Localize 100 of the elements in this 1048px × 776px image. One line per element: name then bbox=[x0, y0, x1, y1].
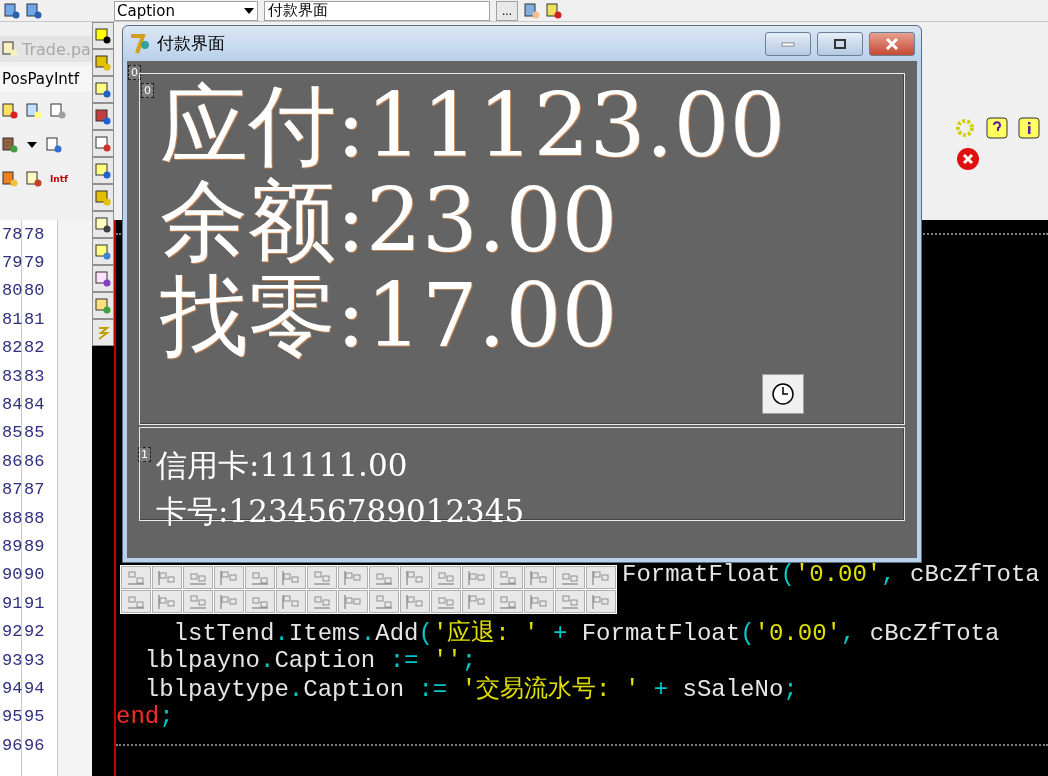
align-icon bbox=[158, 569, 176, 586]
align-button[interactable] bbox=[555, 590, 585, 613]
tool-icon bbox=[95, 27, 111, 44]
card-label: 卡号:123456789012345 bbox=[156, 492, 526, 531]
palette-button[interactable] bbox=[92, 211, 114, 238]
align-button[interactable] bbox=[400, 590, 430, 613]
clock-button[interactable] bbox=[762, 374, 804, 414]
align-button[interactable] bbox=[121, 566, 151, 589]
stop-icon[interactable] bbox=[956, 147, 980, 171]
line-number: 81 bbox=[1, 308, 21, 331]
line-number: 89 bbox=[23, 536, 46, 558]
align-button[interactable] bbox=[121, 590, 151, 613]
palette-button[interactable] bbox=[92, 103, 114, 130]
dropdown-arrow-icon bbox=[243, 5, 255, 16]
maximize-button[interactable] bbox=[817, 31, 863, 56]
align-button[interactable] bbox=[338, 566, 368, 589]
align-button[interactable] bbox=[400, 566, 430, 589]
help-icon[interactable] bbox=[986, 117, 1008, 139]
align-button[interactable] bbox=[369, 566, 399, 589]
align-icon bbox=[220, 593, 238, 610]
line-number: 87 bbox=[23, 479, 46, 502]
tool-icon bbox=[95, 297, 111, 314]
align-button[interactable] bbox=[369, 590, 399, 613]
amount-label: 余额:23.00 bbox=[160, 173, 619, 268]
align-button[interactable] bbox=[276, 566, 306, 589]
tool-icon bbox=[95, 54, 111, 71]
align-icon bbox=[468, 593, 486, 610]
line-number: 90 bbox=[23, 564, 46, 587]
close-button[interactable] bbox=[869, 31, 915, 56]
align-button[interactable] bbox=[462, 590, 492, 613]
align-button[interactable] bbox=[493, 590, 523, 613]
align-button[interactable] bbox=[276, 590, 306, 613]
align-button[interactable] bbox=[493, 566, 523, 589]
line-number: 80 bbox=[23, 280, 46, 303]
card-label: 信用卡:11111.00 bbox=[156, 446, 409, 485]
align-icon bbox=[127, 569, 145, 586]
align-icon bbox=[344, 569, 362, 586]
align-button[interactable] bbox=[152, 590, 182, 613]
align-button[interactable] bbox=[524, 566, 554, 589]
line-number: 78 bbox=[1, 223, 21, 246]
align-button[interactable] bbox=[214, 590, 244, 613]
align-icon bbox=[220, 569, 238, 586]
align-icon bbox=[437, 569, 455, 586]
line-number: 94 bbox=[1, 677, 21, 700]
align-button[interactable] bbox=[462, 566, 492, 589]
minimize-icon bbox=[781, 40, 795, 47]
app-icon bbox=[129, 32, 151, 55]
palette-button[interactable] bbox=[92, 22, 114, 49]
align-button[interactable] bbox=[338, 590, 368, 613]
align-icon bbox=[592, 569, 610, 586]
align-icon bbox=[499, 569, 517, 586]
tool-icon bbox=[95, 216, 111, 233]
ellipsis-button[interactable]: ... bbox=[496, 0, 518, 21]
property-dropdown[interactable]: Caption bbox=[114, 0, 258, 21]
align-button[interactable] bbox=[431, 566, 461, 589]
align-button[interactable] bbox=[214, 566, 244, 589]
intf-label: Intf bbox=[50, 174, 68, 184]
align-icon bbox=[406, 593, 424, 610]
component-index-tag: 0 bbox=[128, 65, 141, 80]
align-icon bbox=[313, 569, 331, 586]
line-number: 86 bbox=[23, 450, 46, 473]
align-button[interactable] bbox=[183, 566, 213, 589]
line-number: 82 bbox=[23, 337, 46, 360]
align-button[interactable] bbox=[245, 566, 275, 589]
line-number: 91 bbox=[1, 592, 21, 615]
line-number: 78 bbox=[23, 223, 46, 246]
unit-tab[interactable]: PosPayIntf bbox=[0, 66, 92, 92]
amount-label: 应付:11123.00 bbox=[160, 78, 787, 173]
window-title: 付款界面 bbox=[157, 32, 226, 55]
line-number: 84 bbox=[1, 394, 21, 417]
property-value-field[interactable]: 付款界面 bbox=[264, 0, 490, 21]
tool-icon bbox=[546, 2, 562, 19]
line-number: 91 bbox=[23, 592, 46, 615]
align-button[interactable] bbox=[307, 590, 337, 613]
line-number: 93 bbox=[23, 649, 46, 672]
align-button[interactable] bbox=[431, 590, 461, 613]
align-button[interactable] bbox=[245, 590, 275, 613]
close-icon bbox=[885, 37, 899, 50]
align-icon bbox=[530, 569, 548, 586]
minimize-button[interactable] bbox=[765, 31, 811, 56]
gear-icon[interactable] bbox=[954, 117, 976, 139]
line-number: 85 bbox=[1, 422, 21, 445]
line-number: 82 bbox=[1, 337, 21, 360]
line-number: 79 bbox=[1, 252, 21, 275]
line-number: 95 bbox=[1, 706, 21, 729]
property-name: Caption bbox=[117, 1, 175, 20]
align-button[interactable] bbox=[555, 566, 585, 589]
maximize-icon bbox=[833, 37, 847, 50]
align-button[interactable] bbox=[586, 566, 616, 589]
line-number: 86 bbox=[1, 450, 21, 473]
align-button[interactable] bbox=[183, 590, 213, 613]
align-icon bbox=[344, 593, 362, 610]
line-number: 88 bbox=[1, 507, 21, 530]
code-line: lblpayno.Caption := ''; bbox=[143, 646, 477, 674]
align-button[interactable] bbox=[307, 566, 337, 589]
line-number: 80 bbox=[1, 280, 21, 303]
align-button[interactable] bbox=[586, 590, 616, 613]
line-number: 93 bbox=[1, 649, 21, 672]
align-button[interactable] bbox=[524, 590, 554, 613]
align-button[interactable] bbox=[152, 566, 182, 589]
